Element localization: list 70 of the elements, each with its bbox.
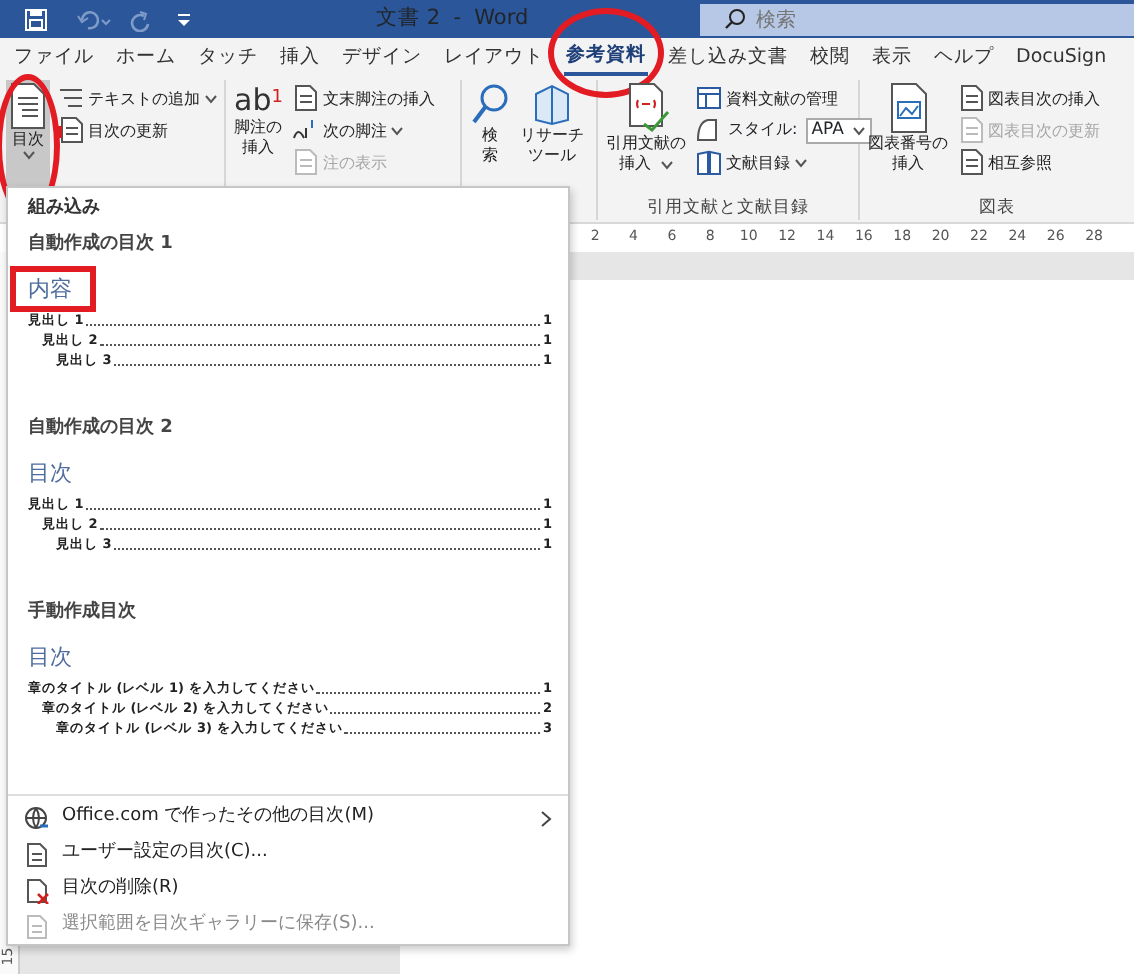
document-icon <box>58 116 84 144</box>
ribbon-tab[interactable]: ホーム <box>114 41 178 73</box>
style-label: スタイル: <box>728 118 798 142</box>
document-icon <box>292 148 319 176</box>
image-document-icon <box>886 82 930 134</box>
book-icon <box>532 82 572 126</box>
ribbon-button[interactable]: 文献目録 <box>694 148 872 176</box>
book-icon <box>696 148 722 176</box>
search-field[interactable]: 検索 <box>700 4 1134 36</box>
footnote-glyph-icon: ab$^{1}$ <box>234 82 283 118</box>
ribbon-tab[interactable]: 差し込み文書 <box>666 41 790 73</box>
ribbon-button[interactable]: 図表目次の挿入 <box>956 84 1102 112</box>
save-icon <box>24 7 48 31</box>
caret-icon <box>21 150 35 160</box>
style-select[interactable]: APA <box>805 117 872 143</box>
ribbon-button[interactable]: 資料文献の管理 <box>694 84 872 112</box>
list-icon <box>58 84 84 112</box>
document-icon <box>958 116 984 144</box>
ribbon-tab[interactable]: レイアウト <box>442 41 546 73</box>
document-icon <box>24 841 50 867</box>
ribbon-button[interactable]: リサーチ ツール <box>518 80 586 198</box>
caret-icon <box>659 159 673 169</box>
ribbon-button[interactable]: 文末脚注の挿入 <box>290 84 437 112</box>
document-icon <box>24 913 50 939</box>
globe-icon <box>24 805 50 831</box>
search-icon <box>724 8 746 30</box>
menu-item[interactable]: ユーザー設定の目次(C)... <box>8 836 568 872</box>
ribbon-tab[interactable]: 挿入 <box>278 41 322 73</box>
chevron-right-icon <box>540 809 552 827</box>
gallery-item-name: 自動作成の目次 1 <box>26 230 175 256</box>
toc-title: 目次 <box>28 644 72 670</box>
ribbon-button[interactable]: ab$^{1}$ 脚注の 挿入 <box>232 80 285 198</box>
caret-icon <box>204 93 218 103</box>
group-label: 引用文献と文献目録 <box>645 198 811 220</box>
window-title: 文書 2 - Word <box>376 4 529 34</box>
ribbon-button[interactable]: 次の脚注 <box>290 116 437 144</box>
ribbon-button[interactable]: テキストの追加 <box>56 84 220 112</box>
gallery-item-name: 自動作成の目次 2 <box>26 414 175 440</box>
ribbon-button[interactable]: 相互参照 <box>956 148 1102 176</box>
caret-icon <box>390 125 405 135</box>
ribbon-tab[interactable]: 校閲 <box>808 41 852 73</box>
menu-item[interactable]: Office.com で作ったその他の目次(M) <box>8 800 568 836</box>
table-icon <box>696 84 722 112</box>
document-icon <box>958 148 984 176</box>
ribbon-tab[interactable]: ヘルプ <box>932 41 996 73</box>
ribbon-tab[interactable]: タッチ <box>196 41 260 73</box>
ribbon-button[interactable]: 図表番号の 挿入 <box>866 80 950 198</box>
menu-item[interactable]: 目次の削除(R) <box>8 872 568 908</box>
redo-icon <box>128 7 152 31</box>
document-icon <box>8 82 48 130</box>
ribbon-tab[interactable]: ファイル <box>12 41 96 73</box>
ribbon-button[interactable]: 引用文献の 挿入 <box>604 80 688 198</box>
group-label: 図表 <box>977 198 1017 220</box>
customize-menu-icon <box>176 11 192 27</box>
undo-icon <box>76 7 112 31</box>
ribbon-button[interactable]: 検 索 <box>468 80 512 198</box>
search-icon <box>470 82 510 126</box>
document-icon <box>292 84 319 112</box>
menu-heading: 組み込み <box>25 194 102 222</box>
ribbon-button[interactable]: 目次の更新 <box>56 116 220 144</box>
gallery-item-name: 手動作成目次 <box>26 598 138 624</box>
document-delete-icon <box>24 877 50 903</box>
document-icon <box>958 84 984 112</box>
caret-icon <box>851 125 866 135</box>
caret-icon <box>794 157 808 167</box>
ribbon-tab[interactable]: DocuSign <box>1014 41 1109 73</box>
ribbon-tab[interactable]: デザイン <box>340 41 424 73</box>
toc-title: 目次 <box>28 460 72 486</box>
toc-title: 内容 <box>28 276 72 302</box>
ribbon-tab[interactable]: 表示 <box>870 41 914 73</box>
